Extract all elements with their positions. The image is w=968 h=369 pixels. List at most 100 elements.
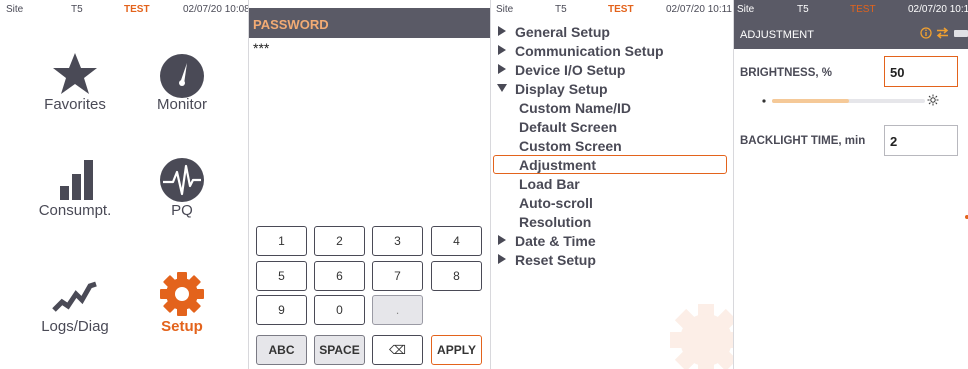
tile-label: PQ xyxy=(171,202,193,219)
password-field[interactable]: *** xyxy=(253,40,269,56)
brightness-high-icon xyxy=(927,94,939,106)
tile-favorites[interactable]: Favorites xyxy=(20,50,130,160)
menu-item-label: General Setup xyxy=(515,24,610,40)
backlight-time-label: BACKLIGHT TIME, min xyxy=(740,135,866,147)
menu-item-custom-name-id[interactable]: Custom Name/ID xyxy=(491,98,733,117)
mode-badge: TEST xyxy=(608,4,634,15)
key-0[interactable]: 0 xyxy=(314,295,365,325)
menu-item-resolution[interactable]: Resolution xyxy=(491,212,733,231)
key-4[interactable]: 4 xyxy=(431,226,482,256)
menu-item-label: Device I/O Setup xyxy=(515,62,626,78)
tile-consumption[interactable]: Consumpt. xyxy=(20,156,130,266)
menu-item-adjustment[interactable]: Adjustment xyxy=(493,155,727,174)
menu-item-label: Reset Setup xyxy=(515,252,596,268)
tile-monitor[interactable]: Monitor xyxy=(127,50,237,160)
menu-item-device-io-setup[interactable]: Device I/O Setup xyxy=(491,60,733,79)
backspace-icon: ⌫ xyxy=(389,343,406,357)
chevron-right-icon xyxy=(498,26,506,36)
key-1[interactable]: 1 xyxy=(256,226,307,256)
device-label: T5 xyxy=(555,4,567,15)
menu-item-label: Communication Setup xyxy=(515,43,664,59)
key-9[interactable]: 9 xyxy=(256,295,307,325)
swap-arrows-icon[interactable] xyxy=(936,27,949,39)
chevron-down-icon xyxy=(497,84,507,92)
menu-item-label: Load Bar xyxy=(519,176,580,192)
password-header: PASSWORD xyxy=(249,8,490,38)
status-bar: Site T5 TEST 02/07/20 10:11 xyxy=(491,0,733,18)
status-bar: Site T5 TEST 02/07/20 10:08 xyxy=(0,0,248,18)
menu-item-label: Adjustment xyxy=(519,157,596,173)
chevron-right-icon xyxy=(498,235,506,245)
key-8[interactable]: 8 xyxy=(431,261,482,291)
menu-item-label: Default Screen xyxy=(519,119,618,135)
menu-item-default-screen[interactable]: Default Screen xyxy=(491,117,733,136)
menu-item-label: Date & Time xyxy=(515,233,596,249)
mode-badge: TEST xyxy=(850,4,876,15)
status-bar: Site T5 TEST 02/07/20 10:1 xyxy=(734,0,968,18)
chevron-right-icon xyxy=(498,45,506,55)
star-icon xyxy=(53,53,97,94)
key-6[interactable]: 6 xyxy=(314,261,365,291)
setup-menu-screen: Site T5 TEST 02/07/20 10:11 General Setu… xyxy=(491,0,734,369)
pq-waveform-icon xyxy=(160,158,204,202)
site-label: Site xyxy=(737,4,755,15)
battery-icon xyxy=(954,30,968,37)
home-screen: Site T5 TEST 02/07/20 10:08 Favorites Mo… xyxy=(0,0,249,369)
key-dot[interactable]: . xyxy=(372,295,423,325)
space-button[interactable]: SPACE xyxy=(314,335,365,365)
gear-icon xyxy=(160,272,204,316)
key-5[interactable]: 5 xyxy=(256,261,307,291)
apply-button[interactable]: APPLY xyxy=(431,335,482,365)
adjustment-screen: Site T5 TEST 02/07/20 10:1 ADJUSTMENT BR… xyxy=(734,0,968,369)
brightness-input[interactable]: 50 xyxy=(884,56,958,87)
tile-label: Consumpt. xyxy=(38,202,112,219)
abc-button[interactable]: ABC xyxy=(256,335,307,365)
device-label: T5 xyxy=(71,4,83,15)
site-label: Site xyxy=(6,4,24,15)
menu-item-label: Display Setup xyxy=(515,81,608,97)
menu-item-custom-screen[interactable]: Custom Screen xyxy=(491,136,733,155)
key-2[interactable]: 2 xyxy=(314,226,365,256)
trend-line-icon xyxy=(52,281,97,312)
menu-item-reset-setup[interactable]: Reset Setup xyxy=(491,250,733,269)
menu-item-date-time[interactable]: Date & Time xyxy=(491,231,733,250)
page-title: ADJUSTMENT xyxy=(740,29,814,41)
tile-label: Setup xyxy=(161,318,203,335)
tile-label: Logs/Diag xyxy=(41,318,109,335)
backlight-time-input[interactable]: 2 xyxy=(884,125,958,156)
menu-item-general-setup[interactable]: General Setup xyxy=(491,22,733,41)
datetime-label: 02/07/20 10:11 xyxy=(666,4,732,15)
tile-setup[interactable]: Setup xyxy=(127,272,237,369)
brightness-label: BRIGHTNESS, % xyxy=(740,67,833,79)
gauge-icon xyxy=(160,54,204,98)
gear-watermark-icon xyxy=(670,304,733,369)
brightness-slider[interactable] xyxy=(772,99,925,103)
menu-item-label: Custom Name/ID xyxy=(519,100,632,116)
backspace-button[interactable]: ⌫ xyxy=(372,335,423,365)
tile-label: Monitor xyxy=(156,96,208,113)
menu-item-display-setup[interactable]: Display Setup xyxy=(491,79,733,98)
menu-item-auto-scroll[interactable]: Auto-scroll xyxy=(491,193,733,212)
password-title: PASSWORD xyxy=(253,17,329,32)
tile-pq[interactable]: PQ xyxy=(127,156,237,266)
chevron-right-icon xyxy=(498,254,506,264)
menu-item-communication-setup[interactable]: Communication Setup xyxy=(491,41,733,60)
adjustment-header: ADJUSTMENT xyxy=(734,18,968,49)
info-icon[interactable] xyxy=(920,27,932,39)
key-7[interactable]: 7 xyxy=(372,261,423,291)
device-label: T5 xyxy=(797,4,809,15)
tile-label: Favorites xyxy=(44,96,106,113)
menu-item-load-bar[interactable]: Load Bar xyxy=(491,174,733,193)
menu-item-label: Auto-scroll xyxy=(519,195,593,211)
mode-badge: TEST xyxy=(124,4,150,15)
key-3[interactable]: 3 xyxy=(372,226,423,256)
password-screen: PASSWORD *** 1 2 3 4 5 6 7 8 9 0 . ABC S… xyxy=(249,0,491,369)
datetime-label: 02/07/20 10:08 xyxy=(183,4,249,15)
brightness-low-icon xyxy=(762,99,766,103)
site-label: Site xyxy=(496,4,514,15)
datetime-label: 02/07/20 10:1 xyxy=(908,4,968,15)
setup-menu: General Setup Communication Setup Device… xyxy=(491,22,733,269)
tile-logs-diag[interactable]: Logs/Diag xyxy=(20,272,130,369)
bar-chart-icon xyxy=(60,160,93,200)
menu-item-label: Resolution xyxy=(519,214,592,230)
